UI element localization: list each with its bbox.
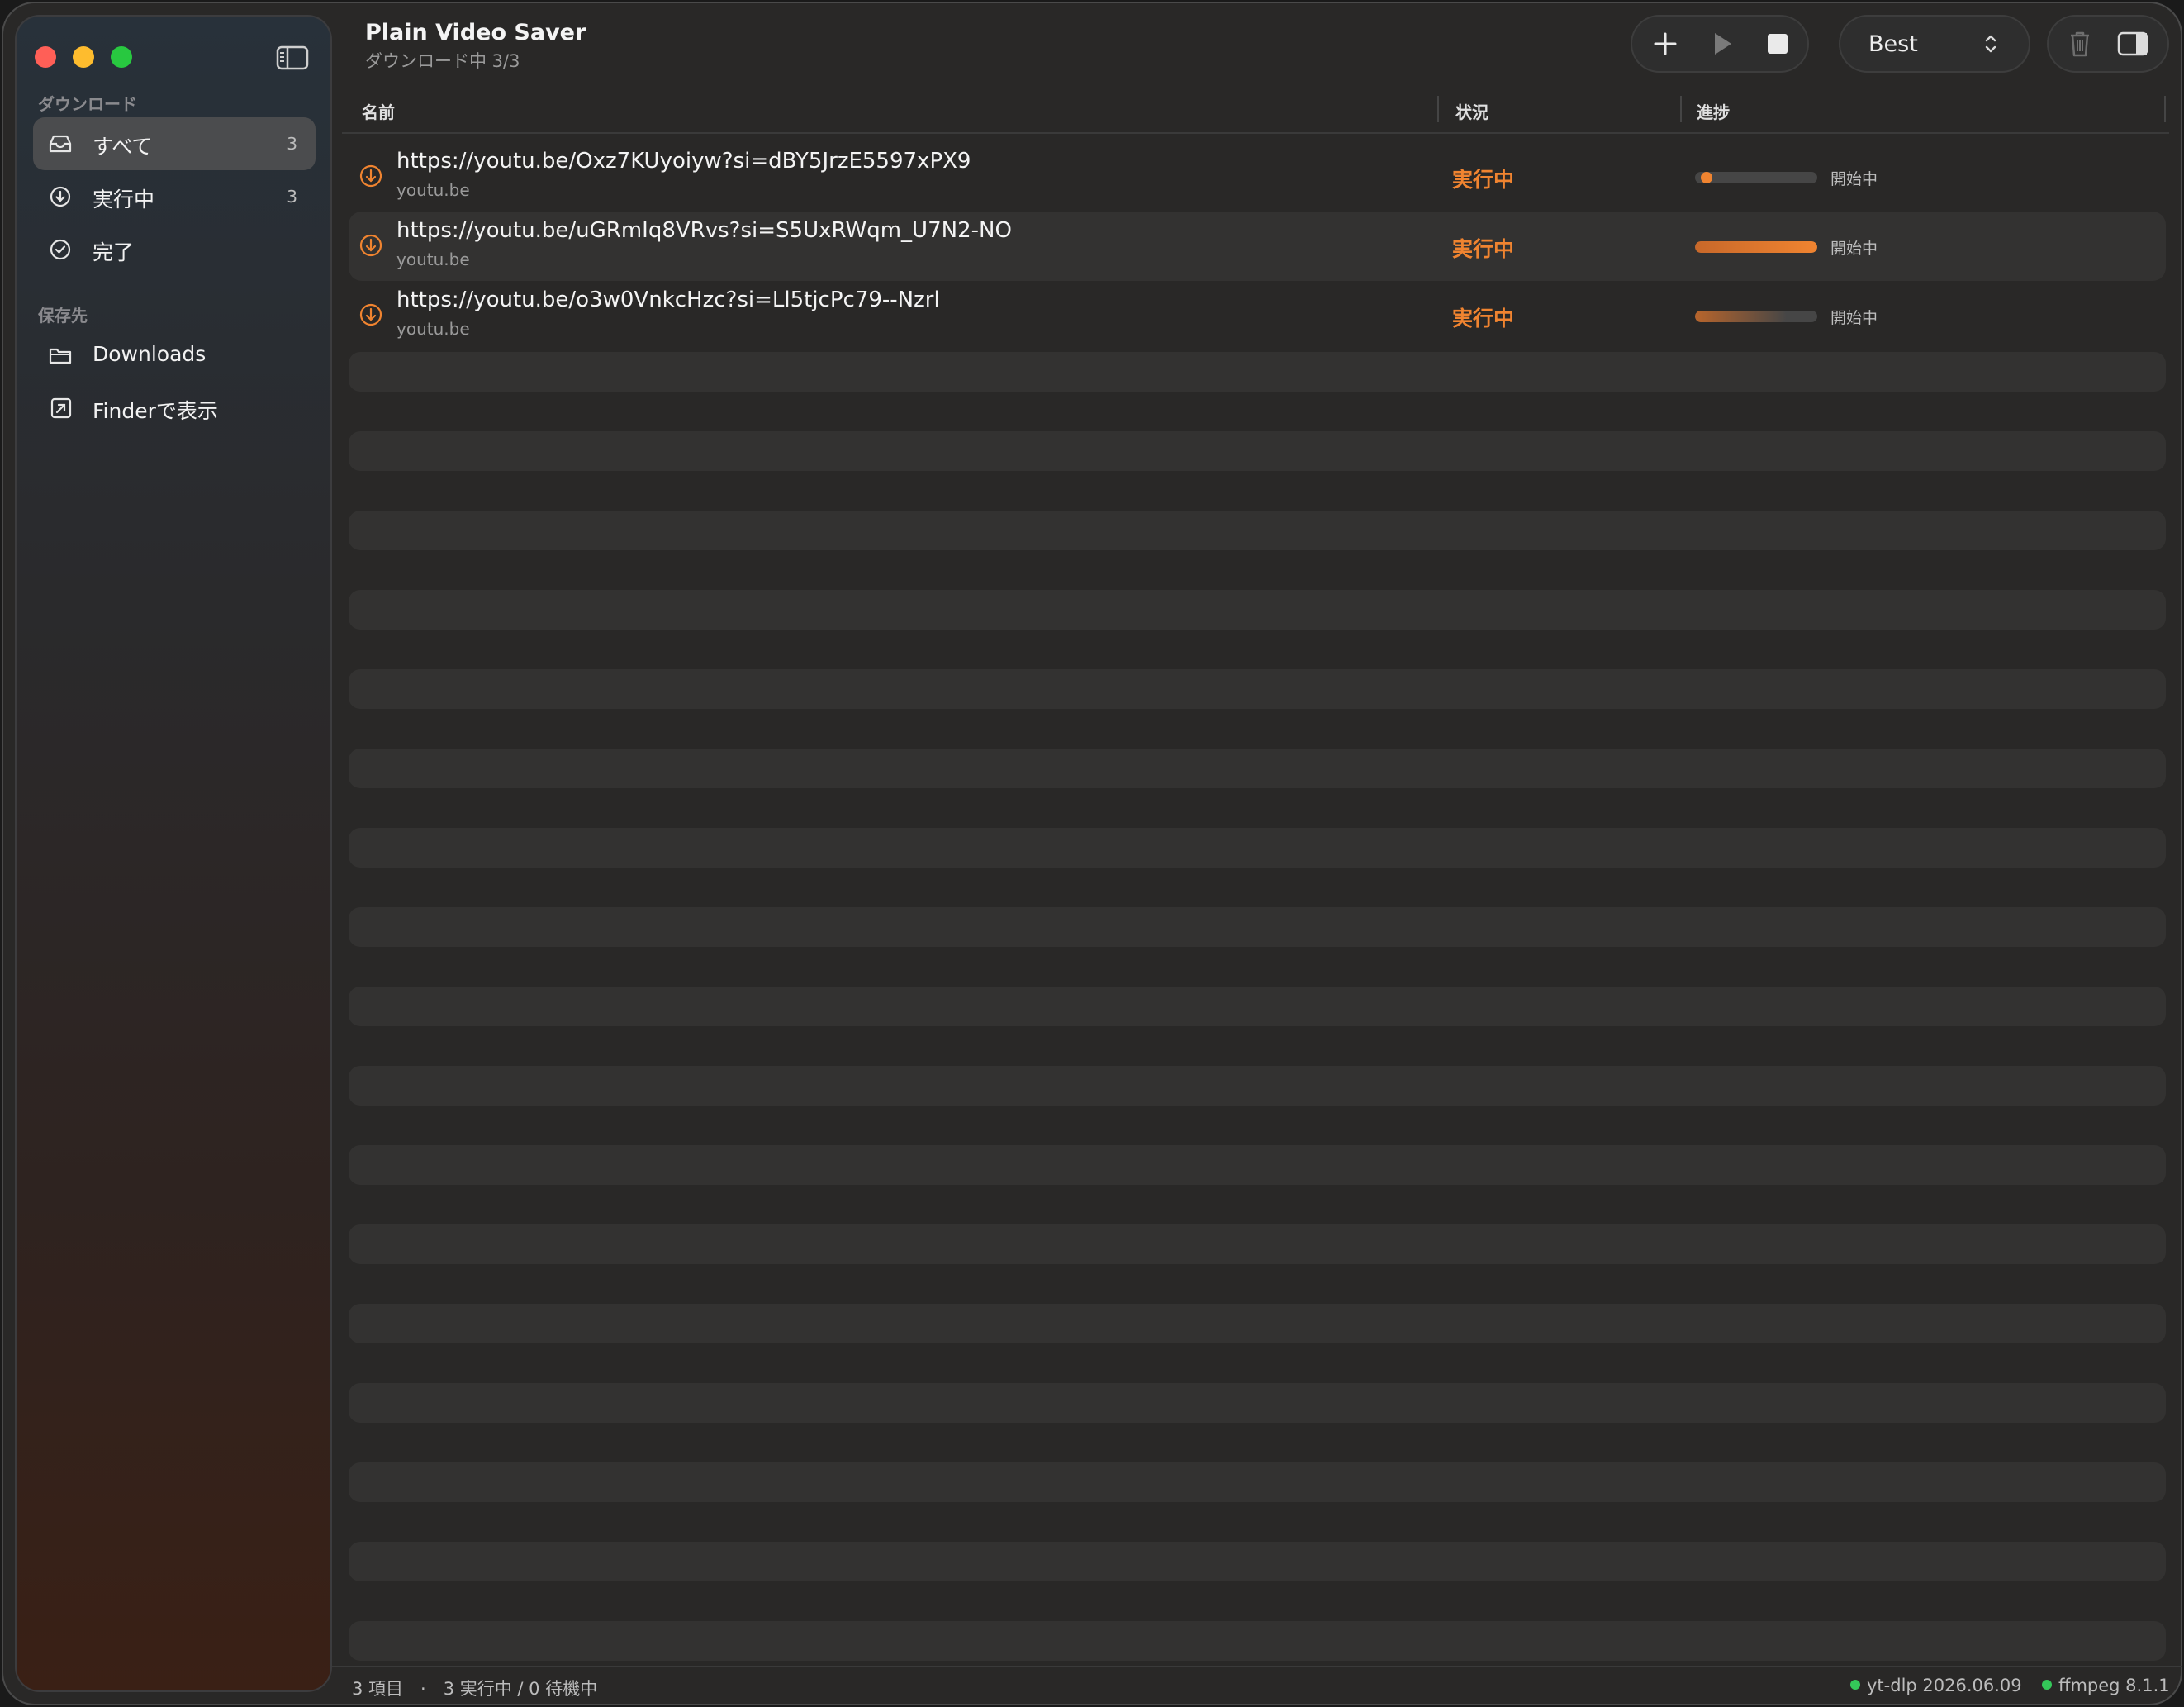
empty-row-stripe bbox=[349, 511, 2166, 550]
sidebar-right-icon[interactable] bbox=[2116, 27, 2149, 60]
minimize-window-button[interactable] bbox=[73, 46, 94, 68]
empty-row-stripe bbox=[349, 431, 2166, 471]
sidebar-item-count: 3 bbox=[287, 134, 297, 154]
empty-row-stripe bbox=[349, 1224, 2166, 1264]
download-arrow-icon bbox=[359, 303, 382, 326]
row-progress-label: 開始中 bbox=[1830, 309, 1878, 327]
table-row[interactable]: https://youtu.be/Oxz7KUyoiyw?si=dBY5JrzE… bbox=[349, 142, 2166, 212]
arrow-up-right-square-icon bbox=[50, 397, 72, 419]
empty-row-stripe bbox=[349, 828, 2166, 868]
ytdlp-version: yt-dlp 2026.06.09 bbox=[1850, 1676, 2022, 1695]
tray-icon bbox=[49, 135, 72, 153]
progress-fill bbox=[1695, 311, 1787, 322]
sidebar-item-label: すべて bbox=[93, 135, 153, 159]
sidebar-item-count: 3 bbox=[287, 187, 297, 207]
empty-row-stripe bbox=[349, 749, 2166, 788]
column-separator[interactable] bbox=[1437, 96, 1439, 122]
status-summary: 3 項目 · 3 実行中 / 0 待機中 bbox=[352, 1679, 598, 1699]
column-separator bbox=[2164, 96, 2166, 122]
ffmpeg-version-label: ffmpeg 8.1.1 bbox=[2058, 1676, 2170, 1695]
sidebar-item-running[interactable]: 実行中 3 bbox=[33, 170, 316, 223]
sidebar-item-completed[interactable]: 完了 bbox=[33, 223, 316, 276]
sidebar-item-label: Finderで表示 bbox=[93, 399, 218, 423]
empty-row-stripe bbox=[349, 1304, 2166, 1343]
row-host: youtu.be bbox=[396, 250, 470, 269]
play-icon[interactable] bbox=[1705, 27, 1738, 60]
row-status: 実行中 bbox=[1452, 168, 1515, 192]
row-host: youtu.be bbox=[396, 180, 470, 200]
sidebar-item-label: 完了 bbox=[93, 240, 135, 264]
stop-icon[interactable] bbox=[1761, 27, 1794, 60]
arrow-down-circle-icon bbox=[50, 186, 71, 207]
row-status: 実行中 bbox=[1452, 237, 1515, 261]
row-progress-label: 開始中 bbox=[1830, 170, 1878, 188]
empty-row-stripe bbox=[349, 1462, 2166, 1502]
column-separator[interactable] bbox=[1680, 96, 1682, 122]
progress-bar bbox=[1695, 311, 1817, 322]
download-arrow-icon bbox=[359, 234, 382, 257]
row-host: youtu.be bbox=[396, 319, 470, 339]
status-ok-dot bbox=[2042, 1680, 2052, 1690]
format-value: Best bbox=[1868, 31, 1918, 57]
checkmark-circle-icon bbox=[50, 239, 71, 260]
progress-fill bbox=[1701, 172, 1713, 183]
downloads-section-label: ダウンロード bbox=[38, 94, 137, 114]
progress-bar bbox=[1695, 172, 1817, 183]
empty-row-stripe bbox=[349, 1145, 2166, 1185]
table-row[interactable]: https://youtu.be/uGRmIq8VRvs?si=S5UxRWqm… bbox=[349, 212, 2166, 281]
trash-icon[interactable] bbox=[2063, 27, 2096, 60]
close-window-button[interactable] bbox=[35, 46, 56, 68]
table-row[interactable]: https://youtu.be/o3w0VnkcHzc?si=Ll5tjcPc… bbox=[349, 281, 2166, 350]
sidebar-item-downloads-folder[interactable]: Downloads bbox=[33, 329, 316, 382]
page-subtitle: ダウンロード中 3/3 bbox=[365, 51, 520, 71]
row-status: 実行中 bbox=[1452, 307, 1515, 330]
empty-row-stripe bbox=[349, 590, 2166, 630]
sidebar-item-show-in-finder[interactable]: Finderで表示 bbox=[33, 382, 316, 435]
statusbar-divider bbox=[332, 1666, 2182, 1667]
ytdlp-version-label: yt-dlp 2026.06.09 bbox=[1867, 1676, 2022, 1695]
sidebar-toggle-icon[interactable] bbox=[276, 45, 309, 71]
sidebar: ダウンロード すべて 3 実行中 3 完了 保存先 Downloads Find… bbox=[15, 15, 332, 1692]
ffmpeg-version: ffmpeg 8.1.1 bbox=[2042, 1676, 2170, 1695]
plus-icon[interactable] bbox=[1649, 27, 1682, 60]
header-divider bbox=[342, 132, 2169, 134]
row-url: https://youtu.be/o3w0VnkcHzc?si=Ll5tjcPc… bbox=[396, 288, 940, 312]
download-actions-group bbox=[1631, 15, 1809, 73]
row-url: https://youtu.be/Oxz7KUyoiyw?si=dBY5JrzE… bbox=[396, 149, 971, 174]
app-window: ダウンロード すべて 3 実行中 3 完了 保存先 Downloads Find… bbox=[2, 2, 2182, 1705]
row-progress-label: 開始中 bbox=[1830, 240, 1878, 258]
empty-row-stripe bbox=[349, 352, 2166, 392]
right-toolbar-group bbox=[2047, 15, 2169, 73]
empty-row-stripe bbox=[349, 1542, 2166, 1581]
download-arrow-icon bbox=[359, 164, 382, 188]
status-ok-dot bbox=[1850, 1680, 1860, 1690]
sidebar-item-all[interactable]: すべて 3 bbox=[33, 117, 316, 170]
save-location-section-label: 保存先 bbox=[38, 306, 88, 326]
column-header-name[interactable]: 名前 bbox=[362, 99, 395, 123]
empty-row-stripe bbox=[349, 1621, 2166, 1661]
column-header-progress[interactable]: 進捗 bbox=[1697, 99, 1730, 123]
zoom-window-button[interactable] bbox=[111, 46, 132, 68]
column-header-status[interactable]: 状況 bbox=[1455, 99, 1488, 123]
sidebar-item-label: 実行中 bbox=[93, 188, 155, 212]
sidebar-item-label: Downloads bbox=[93, 342, 207, 366]
progress-fill bbox=[1695, 241, 1817, 253]
empty-row-stripe bbox=[349, 907, 2166, 947]
chevron-up-down-icon bbox=[1985, 35, 1996, 53]
progress-bar bbox=[1695, 241, 1817, 253]
row-url: https://youtu.be/uGRmIq8VRvs?si=S5UxRWqm… bbox=[396, 218, 1012, 243]
empty-row-stripe bbox=[349, 1066, 2166, 1106]
folder-icon bbox=[49, 348, 72, 364]
empty-row-stripe bbox=[349, 669, 2166, 709]
format-selector[interactable]: Best bbox=[1839, 15, 2030, 73]
empty-row-stripe bbox=[349, 987, 2166, 1026]
page-title: Plain Video Saver bbox=[365, 20, 586, 45]
empty-row-stripe bbox=[349, 1383, 2166, 1423]
